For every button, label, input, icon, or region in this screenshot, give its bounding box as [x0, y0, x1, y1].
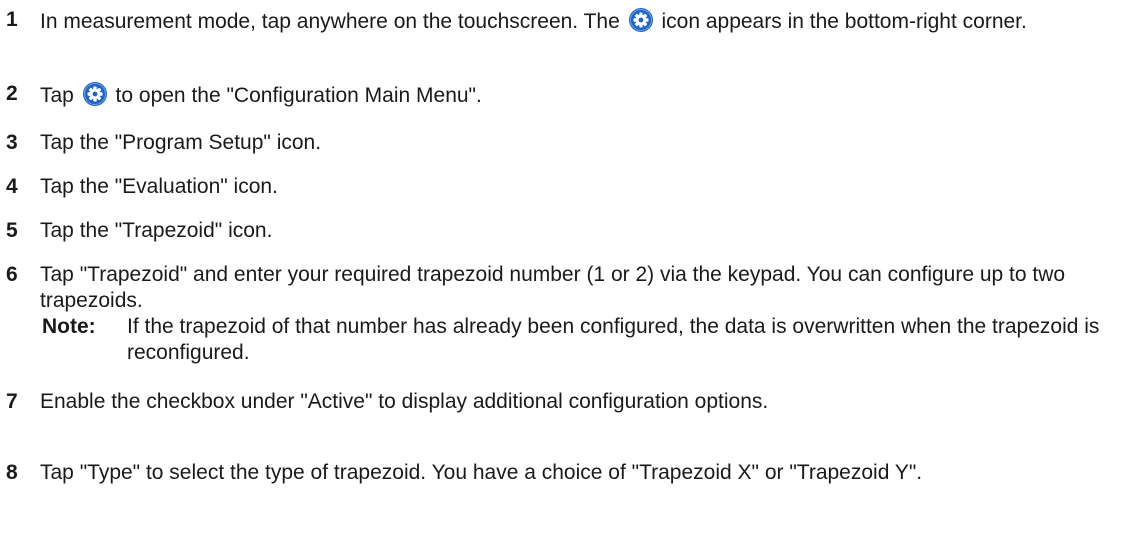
- step-text: Tap the "Program Setup" icon.: [40, 131, 322, 154]
- step-number: 5: [6, 219, 18, 242]
- step-text: Tap to open the "Configuration Main Menu…: [40, 81, 1130, 109]
- step-text: Tap "Trapezoid" and enter your required …: [40, 262, 1130, 364]
- gear-icon: [82, 82, 107, 106]
- step-number: 4: [6, 175, 18, 198]
- note-label: Note:: [42, 315, 96, 338]
- step-number: 8: [6, 461, 18, 484]
- step-6-main-text: Tap "Trapezoid" and enter your required …: [40, 263, 1066, 312]
- step-number: 6: [6, 263, 18, 286]
- note-text: If the trapezoid of that number has alre…: [127, 315, 1100, 364]
- gear-icon: [628, 8, 653, 32]
- step-text: Tap the "Trapezoid" icon.: [40, 219, 273, 242]
- step-text: Tap the "Evaluation" icon.: [40, 175, 278, 198]
- step-number: 1: [6, 8, 18, 31]
- step-text: Enable the checkbox under "Active" to di…: [40, 390, 769, 413]
- step-text: In measurement mode, tap anywhere on the…: [40, 7, 1130, 35]
- step-text: Tap "Type" to select the type of trapezo…: [40, 461, 923, 484]
- step-number: 7: [6, 390, 18, 413]
- step-number: 3: [6, 131, 18, 154]
- step-number: 2: [6, 82, 18, 105]
